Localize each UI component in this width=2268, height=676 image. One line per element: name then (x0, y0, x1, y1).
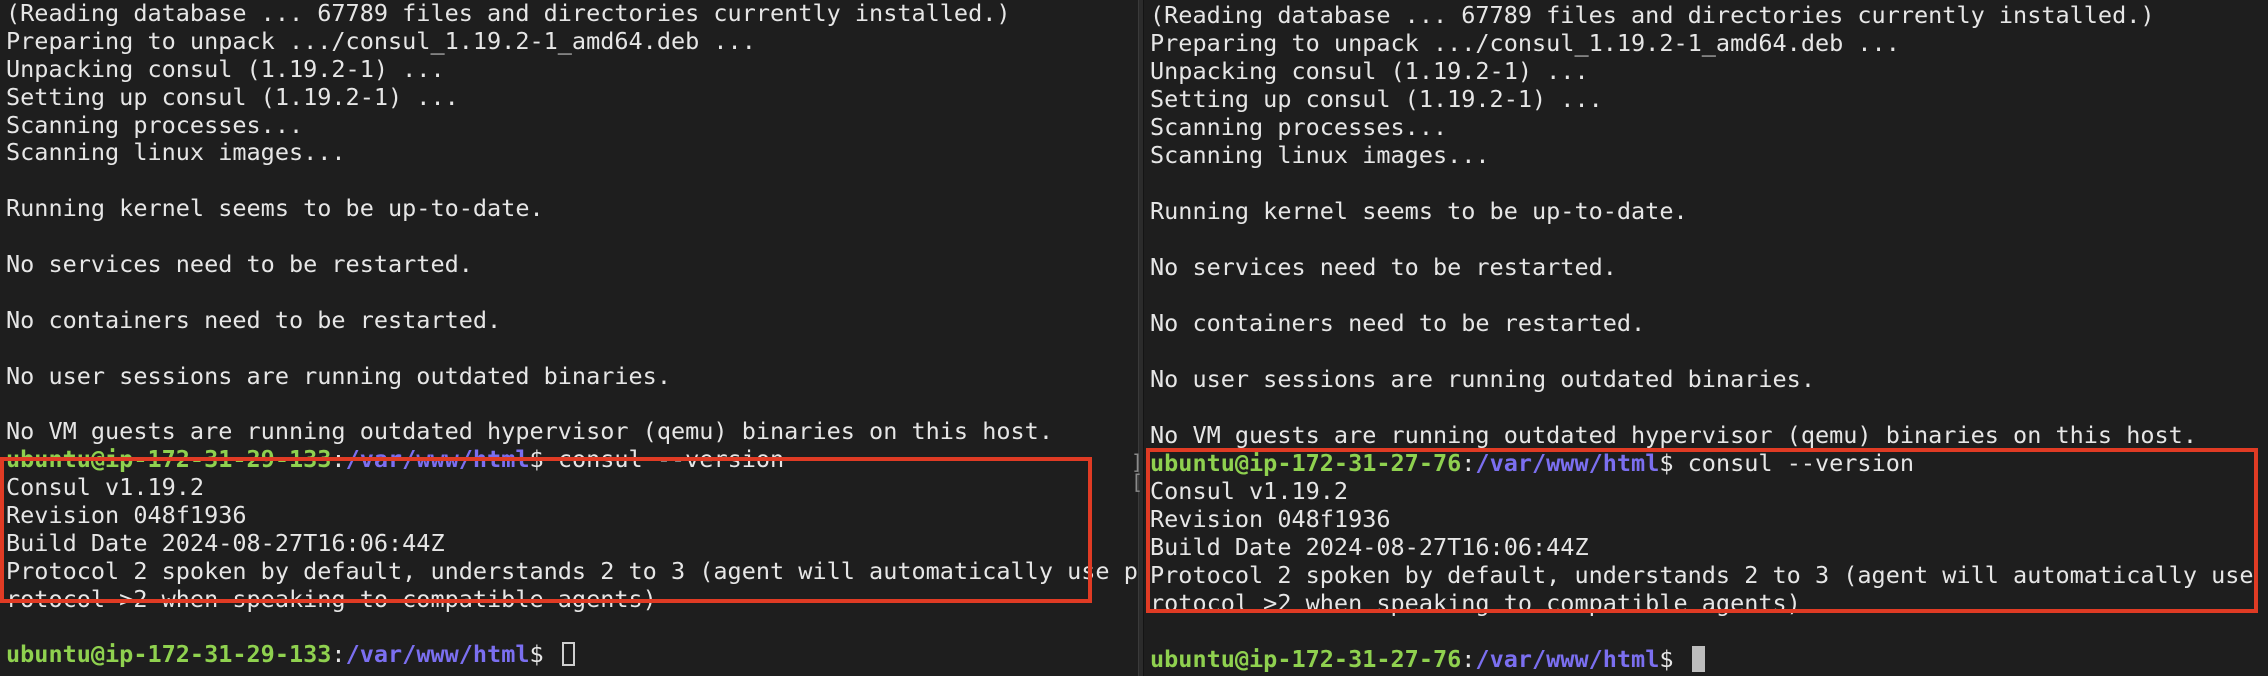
command-text: consul --version (557, 445, 785, 474)
prompt-symbol: $ (1659, 449, 1688, 477)
divider-handle-icon: ][ (1131, 450, 1144, 494)
final-prompt-line[interactable]: ubuntu@ip-172-31-27-76:/var/www/html$ (1150, 645, 2268, 673)
output-line: Scanning linux images... (6, 138, 346, 167)
output-line: Scanning processes... (6, 110, 304, 139)
output-line: Preparing to unpack .../consul_1.19.2-1_… (6, 26, 756, 55)
prompt-separator: : (1461, 645, 1476, 673)
output-line: Running kernel seems to be up-to-date. (6, 194, 544, 223)
version-line: Protocol 2 spoken by default, understand… (6, 556, 1138, 585)
prompt-path: /var/www/html (1475, 449, 1660, 477)
cursor-icon (1691, 646, 1705, 672)
prompt-symbol: $ (1659, 645, 1688, 673)
prompt-separator: : (1461, 449, 1476, 477)
prompt-path: /var/www/html (1475, 645, 1660, 673)
terminal-pane-left[interactable]: (Reading database ... 67789 files and di… (0, 0, 1138, 676)
version-line: Build Date 2024-08-27T16:06:44Z (1150, 533, 1589, 561)
terminal-pane-right[interactable]: (Reading database ... 67789 files and di… (1144, 0, 2268, 676)
prompt-path: /var/www/html (345, 640, 530, 669)
output-line: No VM guests are running outdated hyperv… (1150, 421, 2197, 449)
output-line: No services need to be restarted. (6, 250, 473, 279)
prompt-user: ubuntu@ip-172-31-27-76 (1150, 449, 1462, 477)
version-line: Build Date 2024-08-27T16:06:44Z (6, 528, 445, 557)
output-line: Preparing to unpack .../consul_1.19.2-1_… (1150, 29, 1900, 57)
version-line: rotocol >2 when speaking to compatible a… (6, 584, 657, 613)
output-line: No VM guests are running outdated hyperv… (6, 417, 1053, 446)
command-text: consul --version (1687, 449, 1915, 477)
output-line: No containers need to be restarted. (1150, 309, 1646, 337)
prompt-user: ubuntu@ip-172-31-29-133 (6, 640, 332, 669)
output-line: Unpacking consul (1.19.2-1) ... (1150, 57, 1589, 85)
output-line: Setting up consul (1.19.2-1) ... (1150, 85, 1603, 113)
prompt-symbol: $ (529, 445, 558, 474)
command-prompt-line: ubuntu@ip-172-31-29-133:/var/www/html$ c… (6, 445, 1138, 474)
prompt-user: ubuntu@ip-172-31-29-133 (6, 445, 332, 474)
output-line: Scanning linux images... (1150, 141, 1490, 169)
terminal-output-right: (Reading database ... 67789 files and di… (1150, 1, 2268, 673)
output-line: Unpacking consul (1.19.2-1) ... (6, 54, 445, 83)
output-line: No user sessions are running outdated bi… (6, 361, 671, 390)
version-line: Revision 048f1936 (6, 501, 247, 530)
output-line: Scanning processes... (1150, 113, 1448, 141)
cursor-icon (561, 642, 575, 667)
version-line: Revision 048f1936 (1150, 505, 1391, 533)
final-prompt-line[interactable]: ubuntu@ip-172-31-29-133:/var/www/html$ (6, 641, 1138, 669)
output-line: (Reading database ... 67789 files and di… (1150, 1, 2155, 29)
terminal-window: (Reading database ... 67789 files and di… (0, 0, 2268, 676)
terminal-output-left: (Reading database ... 67789 files and di… (6, 0, 1138, 669)
command-prompt-line: ubuntu@ip-172-31-27-76:/var/www/html$ co… (1150, 449, 2268, 477)
output-line: Setting up consul (1.19.2-1) ... (6, 82, 459, 111)
output-line: Running kernel seems to be up-to-date. (1150, 197, 1688, 225)
version-line: Protocol 2 spoken by default, understand… (1150, 561, 2268, 589)
prompt-separator: : (331, 445, 346, 474)
output-line: No user sessions are running outdated bi… (1150, 365, 1815, 393)
version-line: Consul v1.19.2 (1150, 477, 1349, 505)
prompt-symbol: $ (529, 640, 558, 669)
prompt-separator: : (331, 640, 346, 669)
version-line: rotocol >2 when speaking to compatible a… (1150, 589, 1801, 617)
output-line: (Reading database ... 67789 files and di… (6, 0, 1011, 27)
prompt-user: ubuntu@ip-172-31-27-76 (1150, 645, 1462, 673)
output-line: No services need to be restarted. (1150, 253, 1617, 281)
output-line: No containers need to be restarted. (6, 305, 502, 334)
prompt-path: /var/www/html (345, 445, 530, 474)
version-line: Consul v1.19.2 (6, 473, 205, 502)
